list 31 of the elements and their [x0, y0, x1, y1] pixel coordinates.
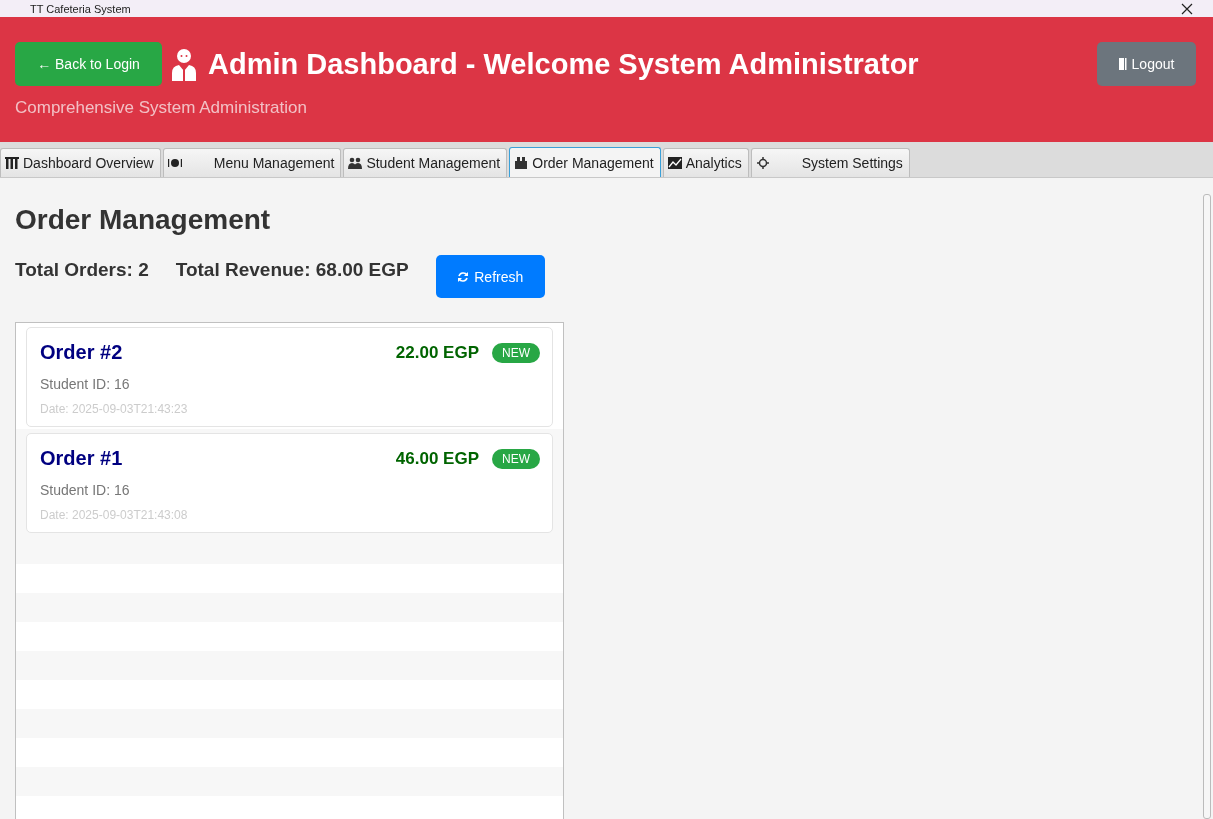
page-title: Order Management	[15, 204, 272, 236]
window-title: TT Cafeteria System	[30, 2, 132, 15]
chart-icon	[667, 157, 682, 169]
door-icon	[1118, 58, 1127, 70]
order-title: Order #2	[40, 341, 124, 364]
logout-button[interactable]: Logout	[1097, 42, 1196, 86]
columns-icon	[5, 157, 19, 169]
order-title: Order #1	[40, 447, 124, 470]
order-amount: 22.00 EGP	[395, 342, 479, 363]
status-badge: NEW	[492, 448, 540, 469]
tab[interactable]: Order Management	[509, 147, 661, 177]
student-id: Student ID: 16	[40, 376, 131, 392]
plate-icon	[167, 157, 182, 169]
scrollbar[interactable]	[1203, 194, 1211, 819]
tab[interactable]: Student Management	[343, 148, 508, 177]
dashboard-subtitle: Comprehensive System Administration	[15, 98, 308, 118]
dashboard-title: Admin Dashboard - Welcome System Administrator	[208, 47, 919, 81]
student-id: Student ID: 16	[40, 482, 131, 498]
tab[interactable]: Menu Management	[162, 148, 342, 177]
administrator-icon	[170, 47, 198, 81]
order-amount: 46.00 EGP	[395, 448, 479, 469]
refresh-icon	[457, 270, 470, 283]
tab[interactable]: Dashboard Overview	[0, 148, 161, 177]
tab[interactable]: System Settings	[750, 148, 910, 177]
total-revenue: Total Revenue: 68.00 EGP	[175, 259, 409, 281]
people-icon	[348, 157, 363, 169]
tab[interactable]: Analytics	[662, 148, 749, 177]
total-orders: Total Orders: 2	[15, 259, 149, 281]
status-badge: NEW	[492, 342, 540, 363]
refresh-button[interactable]: Refresh	[435, 255, 545, 298]
close-icon[interactable]	[1181, 2, 1193, 15]
